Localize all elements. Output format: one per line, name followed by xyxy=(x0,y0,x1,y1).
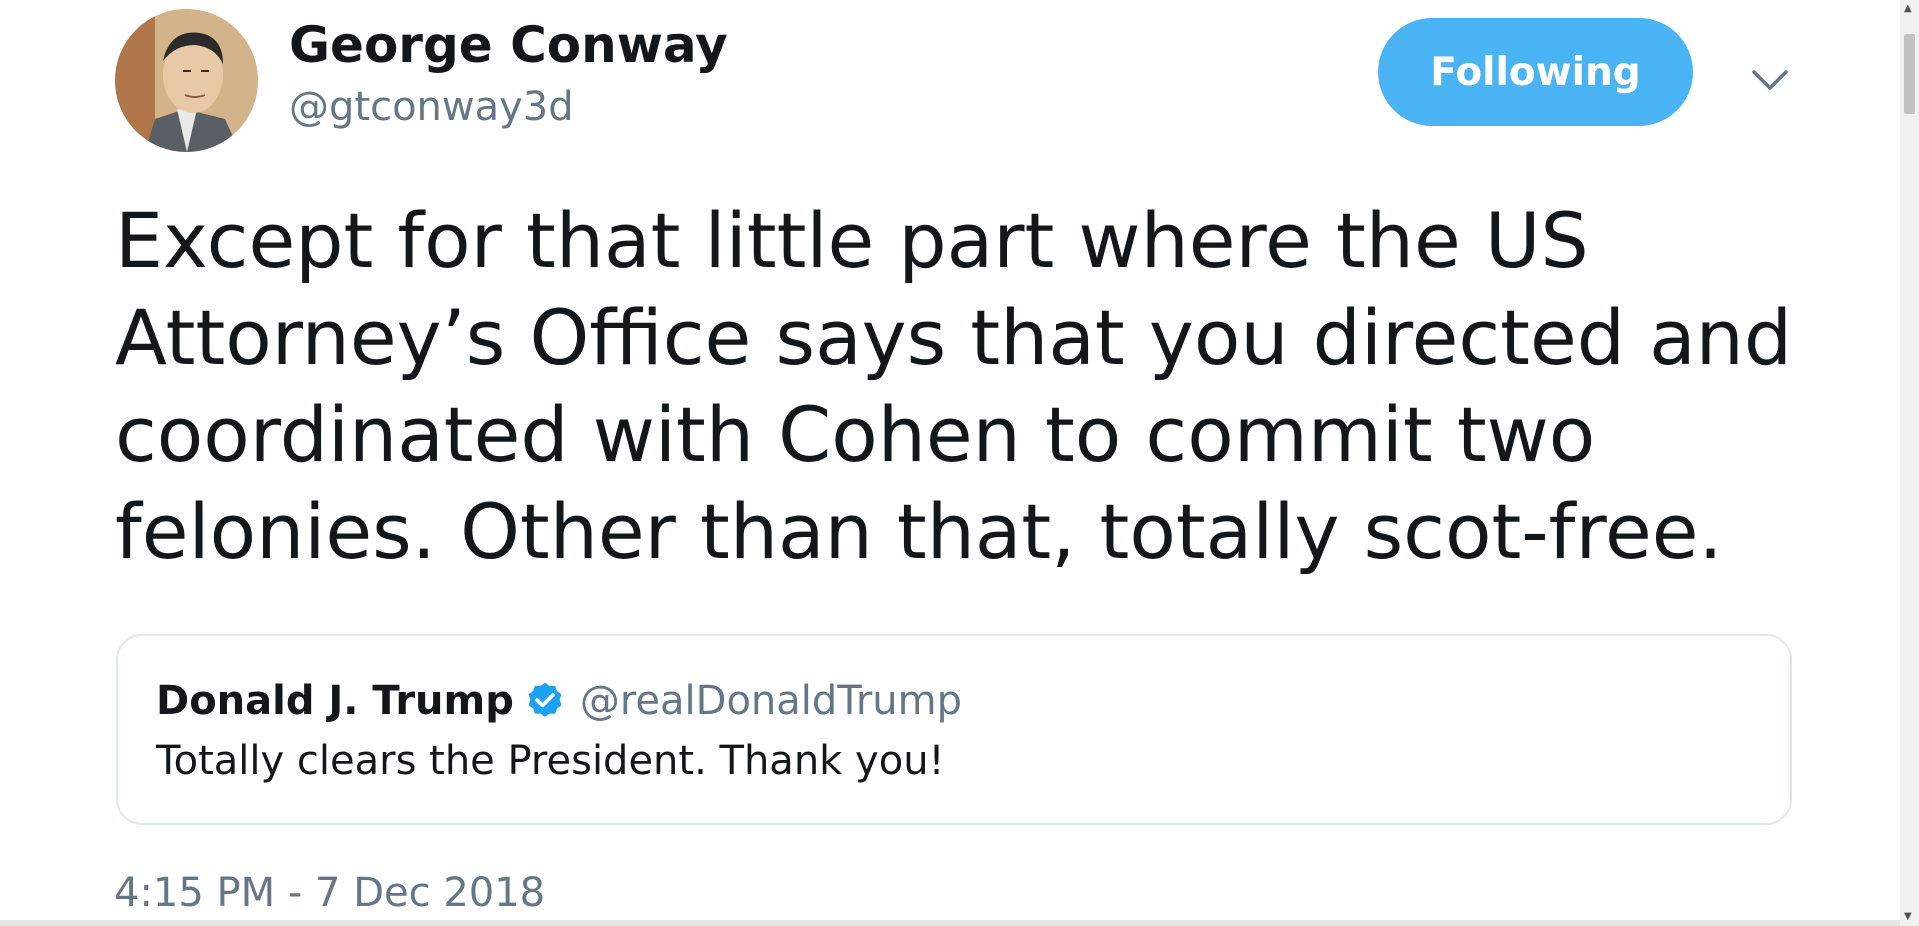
tweet-text: Except for that little part where the US… xyxy=(115,192,1793,580)
scroll-down-arrow-icon[interactable]: ▼ xyxy=(1904,912,1912,922)
quoted-tweet-text: Totally clears the President. Thank you! xyxy=(156,738,945,784)
tweet-text-line: felonies. Other than that, totally scot-… xyxy=(115,487,1723,576)
vertical-scrollbar[interactable]: ▲ ▼ xyxy=(1900,0,1919,926)
horizontal-scrollbar[interactable] xyxy=(0,920,1900,926)
quoted-author-handle: @realDonaldTrump xyxy=(579,678,962,724)
scrollbar-thumb[interactable] xyxy=(1904,34,1915,114)
quoted-tweet-card[interactable]: Donald J. Trump @realDonaldTrump Totally… xyxy=(116,634,1792,825)
tweet-text-line: coordinated with Cohen to commit two xyxy=(115,390,1596,479)
author-display-name[interactable]: George Conway xyxy=(289,16,728,74)
avatar[interactable] xyxy=(115,9,258,152)
scroll-up-arrow-icon[interactable]: ▲ xyxy=(1904,4,1912,14)
quoted-author-name: Donald J. Trump xyxy=(156,678,514,724)
author-handle[interactable]: @gtconway3d xyxy=(289,84,574,130)
tweet-text-line: Except for that little part where the US xyxy=(115,196,1589,285)
portrait-sketch-avatar-icon xyxy=(115,9,258,152)
tweet-timestamp[interactable]: 4:15 PM - 7 Dec 2018 xyxy=(114,870,545,916)
quoted-tweet-header: Donald J. Trump @realDonaldTrump xyxy=(156,678,962,724)
chevron-down-icon[interactable] xyxy=(1750,60,1790,100)
following-button[interactable]: Following xyxy=(1378,18,1693,126)
following-button-label: Following xyxy=(1430,49,1641,95)
verified-badge-icon xyxy=(528,682,562,717)
tweet-text-line: Attorney’s Office says that you directed… xyxy=(115,293,1793,382)
